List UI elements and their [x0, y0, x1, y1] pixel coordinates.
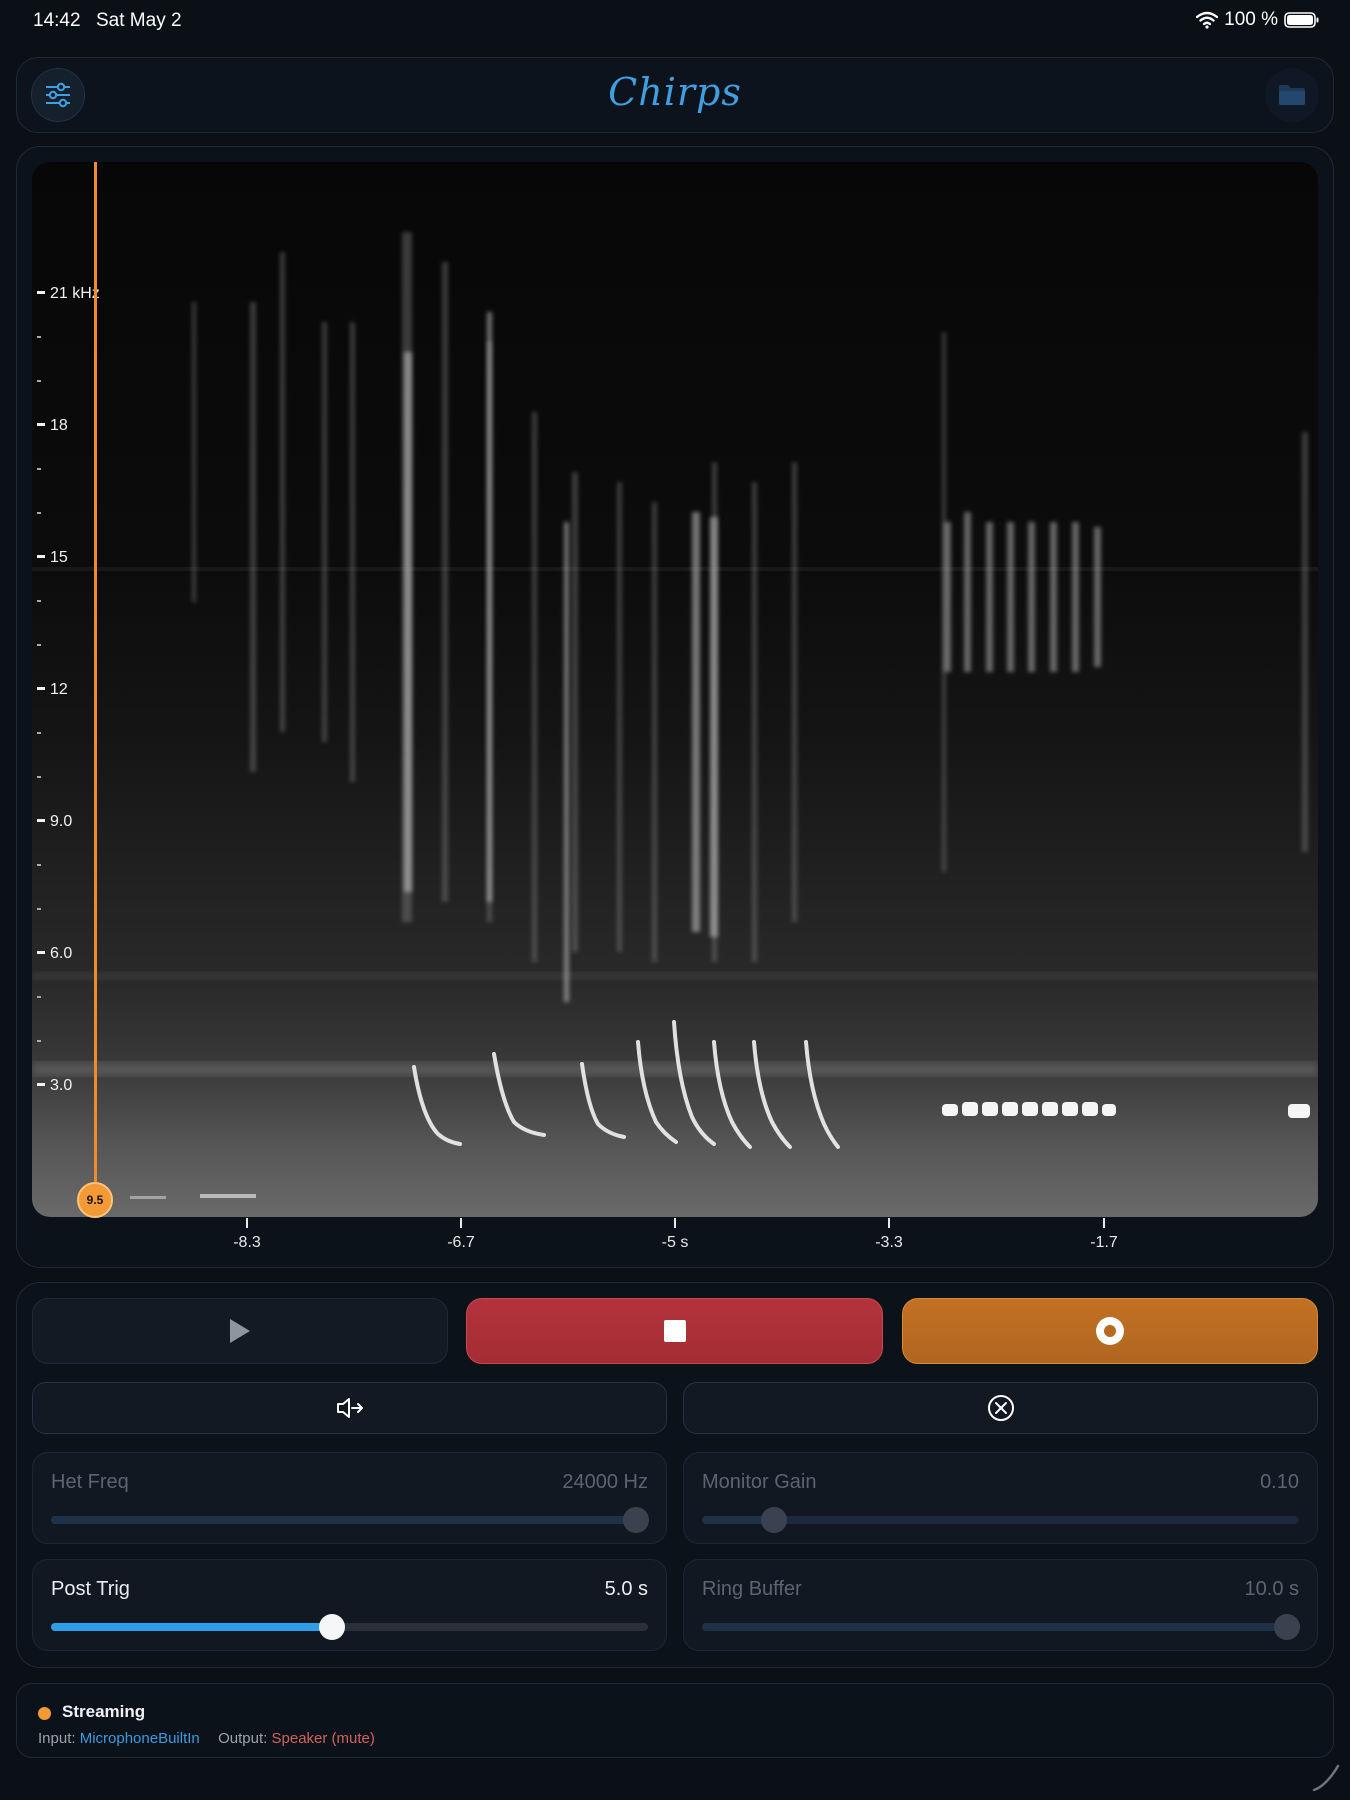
- io-info: Input: MicrophoneBuiltIn Output: Speaker…: [38, 1730, 375, 1747]
- y-tick-label: 21 kHz: [50, 285, 100, 302]
- x-tick-label: -8.3: [233, 1234, 261, 1251]
- x-tick-label: -5 s: [661, 1234, 689, 1251]
- post-trig-thumb[interactable]: [318, 1614, 345, 1640]
- stop-button[interactable]: [466, 1298, 883, 1364]
- resize-handle-icon: [1312, 1764, 1340, 1792]
- record-button[interactable]: [902, 1298, 1318, 1364]
- x-tick: [1103, 1218, 1105, 1228]
- ring-buffer-thumb[interactable]: [1274, 1614, 1301, 1640]
- monitor-gain-card: Monitor Gain 0.10: [683, 1452, 1318, 1544]
- stop-icon: [663, 1320, 686, 1342]
- app-header: Chirps: [16, 57, 1334, 133]
- play-icon: [230, 1319, 250, 1343]
- streaming-status: Streaming: [62, 1702, 146, 1721]
- monitor-gain-label: Monitor Gain: [702, 1471, 817, 1493]
- record-icon: [1096, 1317, 1124, 1345]
- speaker-output-icon: [336, 1398, 363, 1418]
- folder-icon: [1279, 85, 1305, 105]
- playhead-handle[interactable]: 9.5: [77, 1182, 113, 1218]
- x-tick: [674, 1218, 676, 1228]
- playhead-line[interactable]: [94, 162, 97, 1202]
- spectrogram-canvas: 21 kHz 18 15 12 9.0 6.0 3.0: [32, 162, 1318, 1217]
- het-freq-fill: [51, 1516, 637, 1524]
- post-trig-card: Post Trig 5.0 s: [32, 1559, 667, 1651]
- clear-button[interactable]: [683, 1382, 1318, 1434]
- x-tick: [460, 1218, 462, 1228]
- status-time: 14:42: [33, 10, 81, 31]
- het-freq-value: 24000 Hz: [562, 1471, 648, 1493]
- y-tick-label: 6.0: [50, 945, 72, 962]
- clear-x-icon: [987, 1395, 1014, 1421]
- y-tick-label: 15: [50, 549, 68, 566]
- status-date: Sat May 2: [96, 10, 182, 31]
- het-freq-slider[interactable]: [51, 1507, 650, 1533]
- x-tick-label: -6.7: [447, 1234, 475, 1251]
- output-label: Output:: [218, 1730, 268, 1747]
- post-trig-fill: [51, 1623, 332, 1631]
- post-trig-label: Post Trig: [51, 1578, 130, 1600]
- y-tick-label: 12: [50, 681, 68, 698]
- play-button[interactable]: [32, 1298, 448, 1364]
- x-tick: [246, 1218, 248, 1228]
- ring-buffer-fill: [702, 1623, 1288, 1631]
- post-trig-value: 5.0 s: [604, 1578, 648, 1600]
- ring-buffer-card: Ring Buffer 10.0 s: [683, 1559, 1318, 1651]
- y-tick-label: 18: [50, 417, 68, 434]
- app-title: Chirps: [608, 70, 742, 114]
- monitor-output-button[interactable]: [32, 1382, 667, 1434]
- x-tick-label: -1.7: [1090, 1234, 1118, 1251]
- post-trig-slider[interactable]: [51, 1614, 648, 1640]
- ring-buffer-label: Ring Buffer: [702, 1578, 802, 1600]
- het-freq-thumb[interactable]: [623, 1507, 650, 1533]
- y-tick-label: 3.0: [50, 1077, 72, 1094]
- het-freq-card: Het Freq 24000 Hz: [32, 1452, 667, 1544]
- status-footer: Streaming Input: MicrophoneBuiltIn Outpu…: [16, 1683, 1334, 1758]
- y-tick-label: 9.0: [50, 813, 72, 830]
- monitor-gain-thumb[interactable]: [760, 1507, 787, 1533]
- het-freq-label: Het Freq: [51, 1471, 129, 1493]
- spectrogram-view[interactable]: 21 kHz 18 15 12 9.0 6.0 3.0: [32, 162, 1318, 1217]
- x-tick-label: -3.3: [875, 1234, 903, 1251]
- output-value: Speaker (mute): [271, 1730, 375, 1747]
- x-tick: [888, 1218, 890, 1228]
- streaming-indicator-dot: [38, 1707, 51, 1720]
- ring-buffer-value: 10.0 s: [1244, 1578, 1299, 1600]
- battery-icon: [1284, 12, 1319, 28]
- input-value: MicrophoneBuiltIn: [79, 1730, 200, 1747]
- battery-percent: 100 %: [1224, 9, 1278, 30]
- input-label: Input:: [38, 1730, 76, 1747]
- folder-button[interactable]: [1265, 68, 1319, 122]
- wifi-icon: [1196, 11, 1219, 29]
- monitor-gain-slider[interactable]: [702, 1507, 1299, 1533]
- status-bar: 14:42 Sat May 2 100 %: [0, 0, 1350, 44]
- status-indicators: 100 %: [1196, 9, 1320, 31]
- monitor-gain-value: 0.10: [1260, 1471, 1299, 1493]
- ring-buffer-slider[interactable]: [702, 1614, 1301, 1640]
